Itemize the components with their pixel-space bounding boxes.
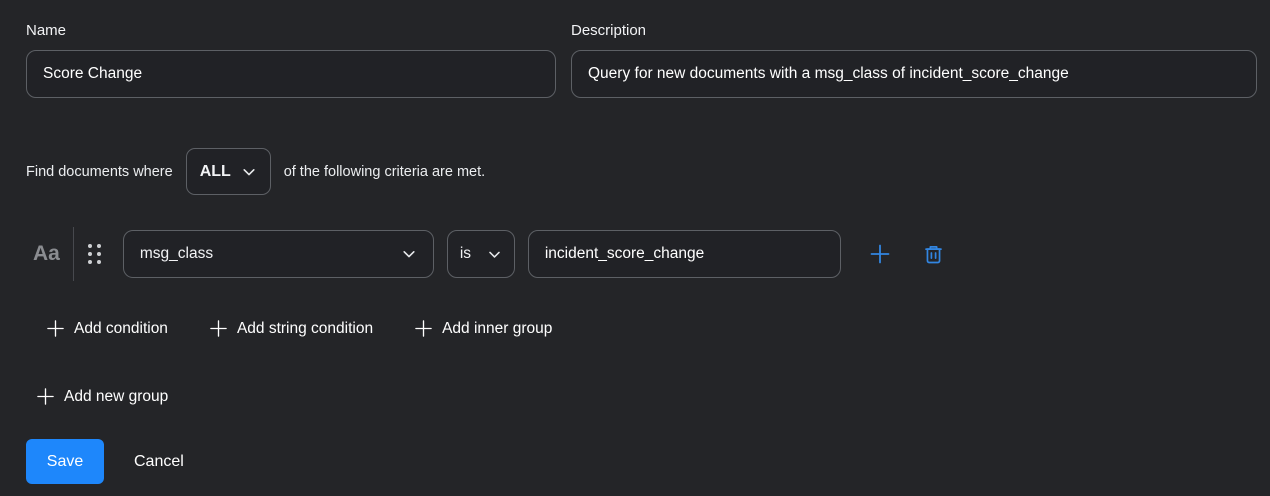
plus-icon (46, 319, 65, 338)
add-inner-group-label: Add inner group (442, 320, 552, 338)
save-button[interactable]: Save (26, 439, 104, 484)
description-label: Description (571, 22, 1257, 39)
condition-field-select[interactable]: msg_class (123, 230, 434, 278)
add-string-condition-label: Add string condition (237, 320, 373, 338)
add-condition-button[interactable]: Add condition (46, 319, 168, 338)
description-field-group: Description (571, 22, 1257, 98)
criteria-sentence: Find documents where ALL of the followin… (26, 148, 1257, 195)
add-value-plus-icon[interactable] (868, 242, 892, 266)
string-type-icon: Aa (33, 242, 60, 266)
add-group-row: Add new group (36, 387, 1257, 411)
match-type-select[interactable]: ALL (186, 148, 271, 195)
plus-icon (414, 319, 433, 338)
trash-icon[interactable] (923, 244, 944, 265)
add-condition-label: Add condition (74, 320, 168, 338)
criteria-suffix-text: of the following criteria are met. (284, 164, 485, 180)
name-input[interactable] (26, 50, 556, 98)
chevron-down-icon (401, 246, 417, 262)
add-inner-group-button[interactable]: Add inner group (414, 319, 552, 338)
chevron-down-icon (487, 247, 502, 262)
footer-buttons-row: Save Cancel (26, 439, 1257, 484)
condition-value-input[interactable] (528, 230, 841, 278)
name-label: Name (26, 22, 556, 39)
plus-icon (209, 319, 228, 338)
condition-field-value: msg_class (140, 245, 213, 263)
plus-icon (36, 387, 55, 406)
chevron-down-icon (241, 164, 257, 180)
condition-row: Aa msg_class is (26, 225, 1257, 283)
add-links-row: Add condition Add string condition Add i… (46, 319, 1257, 338)
add-new-group-label: Add new group (64, 388, 168, 406)
add-string-condition-button[interactable]: Add string condition (209, 319, 373, 338)
condition-operator-value: is (460, 245, 471, 263)
query-editor-panel: Name Description Find documents where AL… (0, 0, 1270, 496)
description-input[interactable] (571, 50, 1257, 98)
criteria-prefix-text: Find documents where (26, 164, 173, 180)
drag-handle-icon[interactable] (88, 244, 101, 264)
name-field-group: Name (26, 22, 556, 98)
match-type-value: ALL (200, 163, 231, 181)
condition-operator-select[interactable]: is (447, 230, 515, 278)
cancel-button[interactable]: Cancel (134, 453, 184, 471)
condition-divider (73, 227, 74, 281)
add-new-group-button[interactable]: Add new group (36, 387, 168, 406)
form-fields-row: Name Description (26, 22, 1257, 98)
